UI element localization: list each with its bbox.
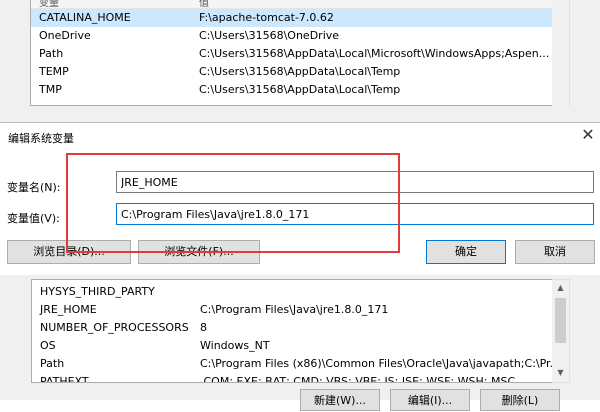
header-variable[interactable]: 变量 — [39, 0, 59, 9]
var-value: .COM;.EXE;.BAT;.CMD;.VBS;.VBE;.JS;.JSE;.… — [200, 375, 516, 383]
variable-name-label: 变量名(N): — [7, 181, 61, 194]
var-value: Windows_NT — [200, 339, 270, 352]
var-value: C:\Users\31568\AppData\Local\Temp — [199, 65, 401, 78]
var-name: HYSYS_THIRD_PARTY — [40, 285, 155, 298]
edit-system-variable-dialog: 编辑系统变量 ✕ 变量名(N): 变量值(V): 浏览目录(D)... 浏览文件… — [0, 122, 600, 276]
var-value: C:\Users\31568\AppData\Local\Temp — [199, 83, 401, 96]
table-row[interactable]: TEMP C:\Users\31568\AppData\Local\Temp — [31, 63, 553, 81]
edit-button[interactable]: 编辑(I)... — [390, 389, 470, 411]
variable-name-field[interactable] — [116, 171, 594, 193]
var-name: PATHEXT — [40, 375, 89, 383]
table-row[interactable]: PATHEXT .COM;.EXE;.BAT;.CMD;.VBS;.VBE;.J… — [32, 373, 552, 383]
var-name: NUMBER_OF_PROCESSORS — [40, 321, 189, 334]
var-value: C:\Program Files (x86)\Common Files\Orac… — [200, 357, 553, 370]
table-row[interactable]: HYSYS_THIRD_PARTY — [32, 283, 552, 301]
system-variables-list[interactable]: HYSYS_THIRD_PARTY JRE_HOME C:\Program Fi… — [31, 279, 553, 383]
var-value: C:\Users\31568\OneDrive — [199, 29, 340, 42]
table-row[interactable]: OS Windows_NT — [32, 337, 552, 355]
table-row[interactable]: Path C:\Program Files (x86)\Common Files… — [32, 355, 552, 373]
close-icon[interactable]: ✕ — [578, 125, 598, 145]
var-value: F:\apache-tomcat-7.0.62 — [199, 11, 334, 24]
var-value: 8 — [200, 321, 207, 334]
scroll-thumb[interactable] — [555, 298, 566, 343]
scroll-down-icon[interactable]: ▼ — [552, 365, 569, 381]
header-value[interactable]: 值 — [199, 0, 209, 9]
table-row[interactable]: JRE_HOME C:\Program Files\Java\jre1.8.0_… — [32, 301, 552, 319]
var-name: OneDrive — [39, 29, 91, 42]
table-row[interactable]: NUMBER_OF_PROCESSORS 8 — [32, 319, 552, 337]
var-name: Path — [39, 47, 64, 60]
variable-value-field[interactable] — [116, 203, 594, 225]
new-button[interactable]: 新建(W)... — [300, 389, 380, 411]
scroll-up-icon[interactable]: ▲ — [552, 280, 569, 296]
table-row[interactable]: OneDrive C:\Users\31568\OneDrive — [31, 27, 553, 45]
system-variables-section: HYSYS_THIRD_PARTY JRE_HOME C:\Program Fi… — [0, 275, 600, 411]
variable-value-label: 变量值(V): — [7, 212, 60, 225]
list-header: 变量 值 — [31, 0, 553, 9]
table-row[interactable]: CATALINA_HOME F:\apache-tomcat-7.0.62 — [31, 9, 553, 27]
delete-button[interactable]: 删除(L) — [480, 389, 560, 411]
system-list-scrollbar[interactable]: ▲ ▼ — [552, 279, 570, 383]
user-list-scrollbar[interactable] — [552, 0, 570, 106]
dialog-title: 编辑系统变量 — [8, 132, 74, 145]
table-row[interactable]: Path C:\Users\31568\AppData\Local\Micros… — [31, 45, 553, 63]
browse-file-button[interactable]: 浏览文件(F)... — [138, 240, 260, 264]
cancel-button[interactable]: 取消 — [515, 240, 595, 264]
browse-directory-button[interactable]: 浏览目录(D)... — [7, 240, 131, 264]
var-value: C:\Program Files\Java\jre1.8.0_171 — [200, 303, 389, 316]
table-row[interactable]: TMP C:\Users\31568\AppData\Local\Temp — [31, 81, 553, 99]
var-name: OS — [40, 339, 56, 352]
var-name: CATALINA_HOME — [39, 11, 131, 24]
user-variables-list[interactable]: 变量 值 CATALINA_HOME F:\apache-tomcat-7.0.… — [30, 0, 554, 106]
ok-button[interactable]: 确定 — [426, 240, 506, 264]
var-name: Path — [40, 357, 65, 370]
var-name: JRE_HOME — [40, 303, 97, 316]
var-name: TEMP — [39, 65, 69, 78]
var-value: C:\Users\31568\AppData\Local\Microsoft\W… — [199, 47, 550, 60]
var-name: TMP — [39, 83, 62, 96]
